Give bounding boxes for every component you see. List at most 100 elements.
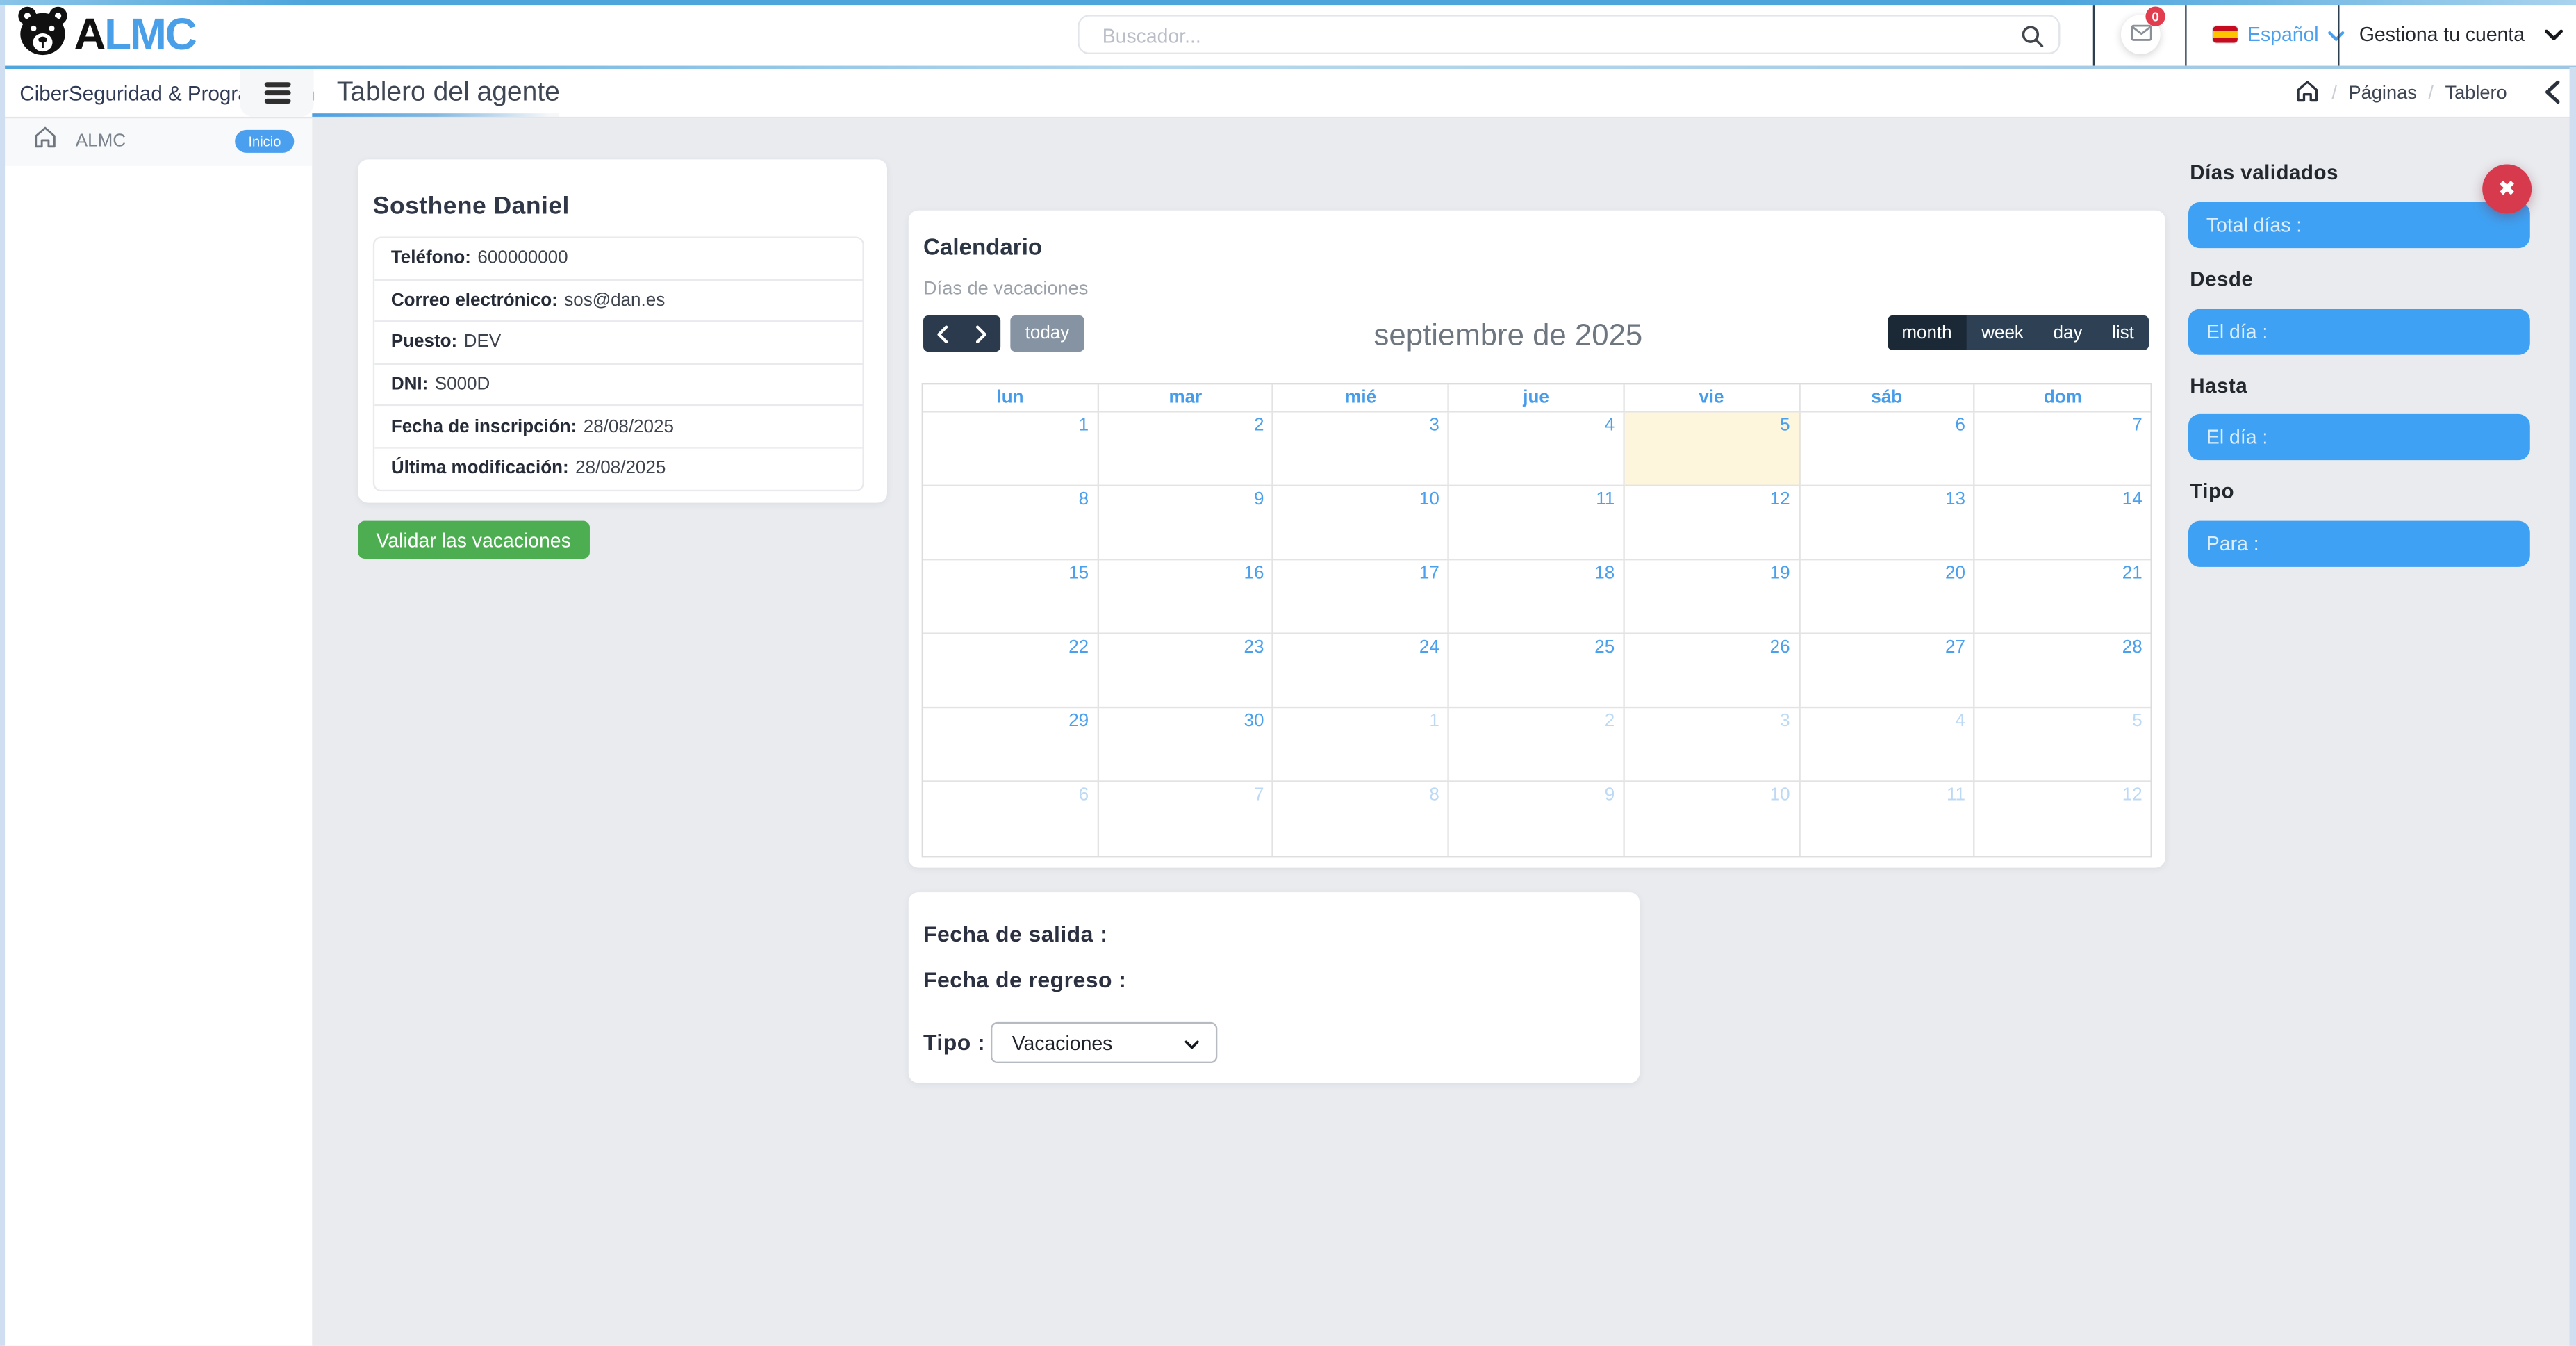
calendar-day-cell[interactable]: 5 [1975, 708, 2150, 782]
validate-vacations-button[interactable]: Validar las vacaciones [358, 521, 589, 559]
calendar-day-cell[interactable]: 21 [1975, 560, 2150, 634]
top-header: ALMC 0 Español [0, 0, 2576, 66]
calendar-day-cell[interactable]: 24 [1274, 634, 1449, 708]
breadcrumb: / Páginas / Tablero [2295, 69, 2507, 117]
day-number: 26 [1770, 638, 1790, 657]
day-number: 2 [1605, 712, 1615, 731]
calendar-day-cell[interactable]: 26 [1624, 634, 1799, 708]
calendar-day-cell[interactable]: 12 [1975, 782, 2150, 856]
calendar-day-cell[interactable]: 6 [1800, 413, 1975, 486]
header-divider [2185, 5, 2186, 65]
calendar-day-cell[interactable]: 5 [1624, 413, 1799, 486]
day-number: 4 [1955, 712, 1965, 731]
search-icon[interactable] [2021, 24, 2044, 56]
brand-logo[interactable]: ALMC [15, 5, 195, 64]
calendar-day-cell[interactable]: 11 [1449, 486, 1624, 560]
calendar-day-cell[interactable]: 4 [1449, 413, 1624, 486]
language-selector[interactable]: Español [2213, 19, 2345, 49]
spain-flag-icon [2213, 26, 2237, 43]
calendar-day-cell[interactable]: 25 [1449, 634, 1624, 708]
view-button-day[interactable]: day [2038, 315, 2097, 350]
day-number: 6 [1955, 416, 1965, 435]
to-title: Hasta [2190, 375, 2247, 397]
field-label: Fecha de inscripción: [391, 417, 577, 436]
to-day-field[interactable]: El día : [2188, 414, 2530, 460]
day-number: 24 [1419, 638, 1439, 657]
calendar-day-cell[interactable]: 4 [1800, 708, 1975, 782]
calendar-day-cell[interactable]: 12 [1624, 486, 1799, 560]
active-tab-underline [312, 113, 559, 117]
day-number: 12 [1770, 490, 1790, 509]
day-number: 9 [1254, 490, 1264, 509]
day-number: 18 [1594, 564, 1615, 583]
calendar-day-cell[interactable]: 1 [923, 413, 1098, 486]
day-number: 14 [2122, 490, 2142, 509]
breadcrumb-item-paginas[interactable]: Páginas [2349, 83, 2417, 102]
calendar-day-cell[interactable]: 7 [1975, 413, 2150, 486]
calendar-day-cell[interactable]: 2 [1098, 413, 1273, 486]
account-menu[interactable]: Gestiona tu cuenta [2359, 19, 2563, 49]
calendar-day-cell[interactable]: 3 [1274, 413, 1449, 486]
field-value: 600000000 [477, 249, 568, 268]
day-number: 7 [1254, 785, 1264, 805]
search-box [1078, 15, 2060, 54]
calendar-day-cell[interactable]: 14 [1975, 486, 2150, 560]
search-input[interactable] [1099, 17, 1992, 56]
calendar-day-cell[interactable]: 30 [1098, 708, 1273, 782]
calendar-day-cell[interactable]: 19 [1624, 560, 1799, 634]
calendar-day-cell[interactable]: 23 [1098, 634, 1273, 708]
sidebar-item-almc[interactable]: ALMC Inicio [0, 117, 312, 166]
day-number: 29 [1068, 712, 1089, 731]
view-button-month[interactable]: month [1887, 315, 1967, 350]
calendar-day-cell[interactable]: 22 [923, 634, 1098, 708]
calendar-day-cell[interactable]: 11 [1800, 782, 1975, 856]
calendar-day-cell[interactable]: 15 [923, 560, 1098, 634]
profile-field-row: Fecha de inscripción:28/08/2025 [374, 407, 862, 449]
day-number: 8 [1079, 490, 1089, 509]
calendar-day-cell[interactable]: 17 [1274, 560, 1449, 634]
home-icon[interactable] [2295, 78, 2320, 108]
calendar-day-cell[interactable]: 3 [1624, 708, 1799, 782]
day-number: 10 [1770, 785, 1790, 805]
view-button-list[interactable]: list [2097, 315, 2149, 350]
calendar-day-cell[interactable]: 28 [1975, 634, 2150, 708]
total-days-field[interactable]: Total días : [2188, 202, 2530, 248]
calendar-day-cell[interactable]: 20 [1800, 560, 1975, 634]
calendar-day-cell[interactable]: 10 [1274, 486, 1449, 560]
calendar-day-cell[interactable]: 6 [923, 782, 1098, 856]
language-label: Español [2247, 23, 2319, 46]
profile-field-row: DNI:S000D [374, 364, 862, 407]
collapse-panel-chevron-left-icon[interactable] [2545, 81, 2559, 112]
calendar-day-cell[interactable]: 7 [1098, 782, 1273, 856]
close-panel-button[interactable]: ✖ [2482, 164, 2532, 213]
calendar-day-cell[interactable]: 18 [1449, 560, 1624, 634]
sidebar-toggle-button[interactable] [240, 69, 313, 117]
calendar-day-cell[interactable]: 13 [1800, 486, 1975, 560]
view-button-week[interactable]: week [1967, 315, 2038, 350]
calendar-day-cell[interactable]: 9 [1449, 782, 1624, 856]
calendar-day-cell[interactable]: 10 [1624, 782, 1799, 856]
to-day-label: El día : [2206, 425, 2268, 448]
calendar-day-cell[interactable]: 27 [1800, 634, 1975, 708]
day-number: 2 [1254, 416, 1264, 435]
day-header: jue [1449, 384, 1624, 412]
calendar-day-cell[interactable]: 16 [1098, 560, 1273, 634]
day-header: lun [923, 384, 1098, 412]
view-switcher: monthweekdaylist [1887, 315, 2149, 350]
day-header: dom [1975, 384, 2150, 412]
sidebar-item-label: ALMC [76, 131, 126, 151]
calendar-day-cell[interactable]: 9 [1098, 486, 1273, 560]
day-number: 27 [1945, 638, 1965, 657]
type-select[interactable]: Vacaciones [991, 1022, 1217, 1063]
window-edge-right[interactable] [2570, 67, 2576, 1346]
calendar-day-cell[interactable]: 1 [1274, 708, 1449, 782]
calendar-day-cell[interactable]: 2 [1449, 708, 1624, 782]
from-day-field[interactable]: El día : [2188, 309, 2530, 355]
field-value: sos@dan.es [564, 290, 665, 310]
type-for-field[interactable]: Para : [2188, 521, 2530, 567]
calendar-day-cell[interactable]: 8 [923, 486, 1098, 560]
from-title: Desde [2190, 268, 2253, 290]
calendar-day-cell[interactable]: 29 [923, 708, 1098, 782]
mail-badge: 0 [2145, 6, 2165, 26]
calendar-day-cell[interactable]: 8 [1274, 782, 1449, 856]
